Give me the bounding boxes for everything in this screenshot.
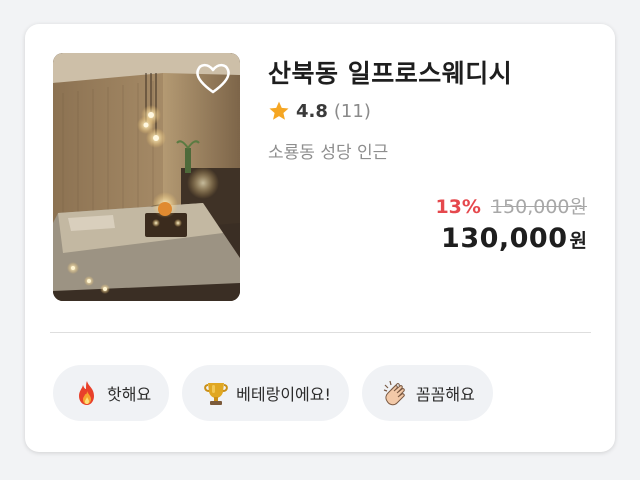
star-icon <box>269 101 289 120</box>
final-price: 130,000 <box>441 223 568 254</box>
product-card[interactable]: 산북동 일프로스웨디시 4.8 (11) 소룡동 성당 인근 13% 150,0… <box>25 24 615 452</box>
favorite-heart-icon[interactable] <box>194 61 232 95</box>
tag-veteran[interactable]: 베테랑이에요! <box>182 365 349 421</box>
discount-rate: 13% <box>435 196 481 218</box>
tag-label: 꼼꼼해요 <box>415 385 475 404</box>
rating-row: 4.8 (11) <box>268 98 371 124</box>
product-title[interactable]: 산북동 일프로스웨디시 <box>268 54 512 90</box>
price-unit: 원 <box>569 230 587 252</box>
tag-label: 핫해요 <box>107 385 152 404</box>
tag-meticulous[interactable]: 꼼꼼해요 <box>361 365 493 421</box>
tag-hot[interactable]: 핫해요 <box>53 365 170 421</box>
final-price-row: 130,000 원 <box>435 223 587 254</box>
tag-list: 핫해요 베테랑이에요! 꼼꼼해요 <box>53 365 506 421</box>
original-price: 150,000원 <box>490 196 587 218</box>
location-text: 소룡동 성당 인근 <box>268 143 389 163</box>
price-block: 13% 150,000원 130,000 원 <box>435 192 587 254</box>
fire-icon <box>79 381 94 405</box>
clapping-hands-icon <box>383 380 405 406</box>
trophy-icon <box>204 383 229 405</box>
review-count: (11) <box>333 100 371 122</box>
rating-value: 4.8 <box>296 100 328 122</box>
discount-row: 13% 150,000원 <box>435 192 587 219</box>
tag-label: 베테랑이에요! <box>236 385 331 404</box>
divider <box>50 332 591 333</box>
spa-room-image[interactable] <box>53 53 240 301</box>
